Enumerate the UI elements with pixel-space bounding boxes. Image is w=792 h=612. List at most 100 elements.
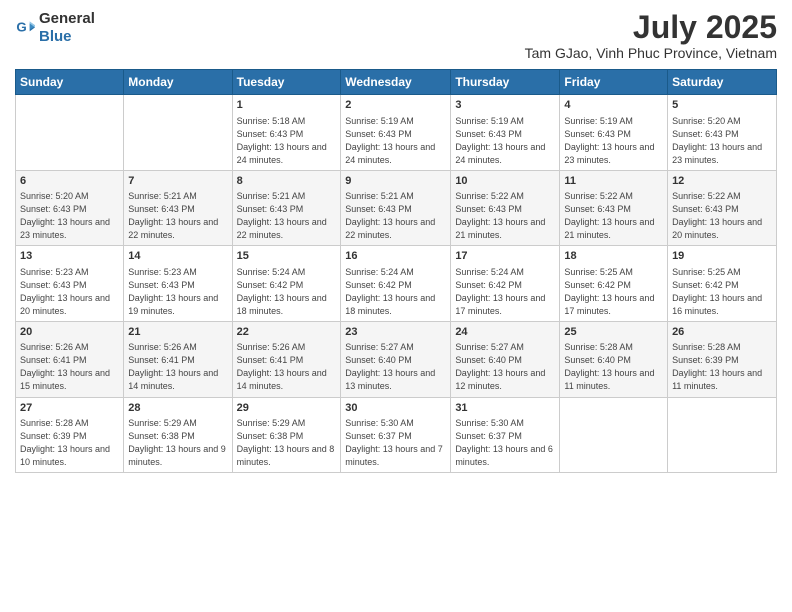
day-number: 5 <box>672 98 772 113</box>
calendar-cell: 10Sunrise: 5:22 AM Sunset: 6:43 PM Dayli… <box>451 170 560 246</box>
day-number: 1 <box>237 98 337 113</box>
day-number: 7 <box>128 174 227 189</box>
day-info: Sunrise: 5:25 AM Sunset: 6:42 PM Dayligh… <box>672 266 772 318</box>
calendar-cell: 14 Sunrise: 5:23 AM Sunset: 6:43 PM Dayli… <box>124 246 232 322</box>
calendar-cell: 2 Sunrise: 5:19 AM Sunset: 6:43 PM Daylig… <box>341 95 451 171</box>
day-info: Sunrise: 5:26 AM Sunset: 6:41 PM Dayligh… <box>128 341 227 393</box>
calendar-cell: 23Sunrise: 5:27 AM Sunset: 6:40 PM Dayli… <box>341 321 451 397</box>
calendar-cell: 12Sunrise: 5:22 AM Sunset: 6:43 PM Dayli… <box>668 170 777 246</box>
calendar-cell: 28Sunrise: 5:29 AM Sunset: 6:38 PM Dayli… <box>124 397 232 473</box>
calendar-cell: 11Sunrise: 5:22 AM Sunset: 6:43 PM Dayli… <box>560 170 668 246</box>
day-number: 15 <box>237 249 337 264</box>
day-number: 28 <box>128 401 227 416</box>
day-number: 22 <box>237 325 337 340</box>
day-number: 12 <box>672 174 772 189</box>
calendar-cell: 18 Sunrise: 5:25 AM Sunset: 6:42 PM Dayli… <box>560 246 668 322</box>
weekday-friday: Friday <box>560 70 668 95</box>
weekday-saturday: Saturday <box>668 70 777 95</box>
calendar-cell: 25Sunrise: 5:28 AM Sunset: 6:40 PM Dayli… <box>560 321 668 397</box>
weekday-header-row: SundayMondayTuesdayWednesdayThursdayFrid… <box>16 70 777 95</box>
logo-icon: G <box>15 18 35 38</box>
day-info: Sunrise: 5:20 AM Sunset: 6:43 PM Dayligh… <box>20 190 119 242</box>
day-number: 8 <box>237 174 337 189</box>
day-info: Sunrise: 5:30 AM Sunset: 6:37 PM Dayligh… <box>345 417 446 469</box>
calendar-cell <box>668 397 777 473</box>
day-info: Sunrise: 5:26 AM Sunset: 6:41 PM Dayligh… <box>237 341 337 393</box>
day-number: 19 <box>672 249 772 264</box>
calendar-cell: 5 Sunrise: 5:20 AM Sunset: 6:43 PM Daylig… <box>668 95 777 171</box>
calendar-cell <box>560 397 668 473</box>
calendar-cell: 29Sunrise: 5:29 AM Sunset: 6:38 PM Dayli… <box>232 397 341 473</box>
week-row-2: 6Sunrise: 5:20 AM Sunset: 6:43 PM Daylig… <box>16 170 777 246</box>
logo-general: General <box>39 10 95 27</box>
day-number: 14 <box>128 249 227 264</box>
calendar-cell: 31Sunrise: 5:30 AM Sunset: 6:37 PM Dayli… <box>451 397 560 473</box>
svg-text:G: G <box>16 19 26 34</box>
calendar-cell: 15 Sunrise: 5:24 AM Sunset: 6:42 PM Dayli… <box>232 246 341 322</box>
week-row-3: 13 Sunrise: 5:23 AM Sunset: 6:43 PM Dayli… <box>16 246 777 322</box>
day-info: Sunrise: 5:22 AM Sunset: 6:43 PM Dayligh… <box>564 190 663 242</box>
logo-text: General Blue <box>39 10 95 46</box>
day-info: Sunrise: 5:23 AM Sunset: 6:43 PM Dayligh… <box>20 266 119 318</box>
day-info: Sunrise: 5:22 AM Sunset: 6:43 PM Dayligh… <box>455 190 555 242</box>
calendar-cell: 24Sunrise: 5:27 AM Sunset: 6:40 PM Dayli… <box>451 321 560 397</box>
calendar-cell: 13 Sunrise: 5:23 AM Sunset: 6:43 PM Dayli… <box>16 246 124 322</box>
day-info: Sunrise: 5:19 AM Sunset: 6:43 PM Dayligh… <box>345 115 446 167</box>
day-number: 3 <box>455 98 555 113</box>
day-number: 24 <box>455 325 555 340</box>
day-info: Sunrise: 5:24 AM Sunset: 6:42 PM Dayligh… <box>345 266 446 318</box>
month-title: July 2025 <box>525 10 777 45</box>
calendar-cell: 1Sunrise: 5:18 AM Sunset: 6:43 PM Daylig… <box>232 95 341 171</box>
calendar-cell: 17 Sunrise: 5:24 AM Sunset: 6:42 PM Dayli… <box>451 246 560 322</box>
day-info: Sunrise: 5:29 AM Sunset: 6:38 PM Dayligh… <box>237 417 337 469</box>
day-info: Sunrise: 5:27 AM Sunset: 6:40 PM Dayligh… <box>455 341 555 393</box>
day-number: 16 <box>345 249 446 264</box>
calendar-cell: 20Sunrise: 5:26 AM Sunset: 6:41 PM Dayli… <box>16 321 124 397</box>
day-info: Sunrise: 5:29 AM Sunset: 6:38 PM Dayligh… <box>128 417 227 469</box>
day-info: Sunrise: 5:21 AM Sunset: 6:43 PM Dayligh… <box>128 190 227 242</box>
weekday-wednesday: Wednesday <box>341 70 451 95</box>
day-number: 13 <box>20 249 119 264</box>
day-info: Sunrise: 5:25 AM Sunset: 6:42 PM Dayligh… <box>564 266 663 318</box>
day-number: 29 <box>237 401 337 416</box>
day-number: 10 <box>455 174 555 189</box>
day-info: Sunrise: 5:23 AM Sunset: 6:43 PM Dayligh… <box>128 266 227 318</box>
calendar-cell: 26Sunrise: 5:28 AM Sunset: 6:39 PM Dayli… <box>668 321 777 397</box>
day-info: Sunrise: 5:24 AM Sunset: 6:42 PM Dayligh… <box>455 266 555 318</box>
day-info: Sunrise: 5:19 AM Sunset: 6:43 PM Dayligh… <box>455 115 555 167</box>
calendar-cell: 21Sunrise: 5:26 AM Sunset: 6:41 PM Dayli… <box>124 321 232 397</box>
day-number: 6 <box>20 174 119 189</box>
day-info: Sunrise: 5:20 AM Sunset: 6:43 PM Dayligh… <box>672 115 772 167</box>
calendar-cell: 22Sunrise: 5:26 AM Sunset: 6:41 PM Dayli… <box>232 321 341 397</box>
day-number: 25 <box>564 325 663 340</box>
day-info: Sunrise: 5:19 AM Sunset: 6:43 PM Dayligh… <box>564 115 663 167</box>
day-number: 9 <box>345 174 446 189</box>
day-number: 20 <box>20 325 119 340</box>
week-row-4: 20 Sunrise: 5:26 AM Sunset: 6:41 PM Dayli… <box>16 321 777 397</box>
day-number: 30 <box>345 401 446 416</box>
weekday-thursday: Thursday <box>451 70 560 95</box>
logo: G General Blue <box>15 10 95 46</box>
week-row-1: 1Sunrise: 5:18 AM Sunset: 6:43 PM Daylig… <box>16 95 777 171</box>
day-info: Sunrise: 5:27 AM Sunset: 6:40 PM Dayligh… <box>345 341 446 393</box>
calendar-page: G General Blue July 2025 Tam GJao, Vinh … <box>0 0 792 612</box>
calendar-table: SundayMondayTuesdayWednesdayThursdayFrid… <box>15 69 777 473</box>
day-info: Sunrise: 5:28 AM Sunset: 6:40 PM Dayligh… <box>564 341 663 393</box>
day-info: Sunrise: 5:28 AM Sunset: 6:39 PM Dayligh… <box>20 417 119 469</box>
calendar-cell: 9Sunrise: 5:21 AM Sunset: 6:43 PM Daylig… <box>341 170 451 246</box>
day-number: 17 <box>455 249 555 264</box>
day-info: Sunrise: 5:28 AM Sunset: 6:39 PM Dayligh… <box>672 341 772 393</box>
calendar-cell: 3 Sunrise: 5:19 AM Sunset: 6:43 PM Daylig… <box>451 95 560 171</box>
header: G General Blue July 2025 Tam GJao, Vinh … <box>15 10 777 61</box>
day-number: 18 <box>564 249 663 264</box>
day-number: 2 <box>345 98 446 113</box>
calendar-cell: 8Sunrise: 5:21 AM Sunset: 6:43 PM Daylig… <box>232 170 341 246</box>
weekday-monday: Monday <box>124 70 232 95</box>
calendar-cell: 16 Sunrise: 5:24 AM Sunset: 6:42 PM Dayli… <box>341 246 451 322</box>
day-info: Sunrise: 5:21 AM Sunset: 6:43 PM Dayligh… <box>237 190 337 242</box>
day-info: Sunrise: 5:24 AM Sunset: 6:42 PM Dayligh… <box>237 266 337 318</box>
day-info: Sunrise: 5:22 AM Sunset: 6:43 PM Dayligh… <box>672 190 772 242</box>
day-number: 23 <box>345 325 446 340</box>
location-title: Tam GJao, Vinh Phuc Province, Vietnam <box>525 45 777 61</box>
day-number: 21 <box>128 325 227 340</box>
